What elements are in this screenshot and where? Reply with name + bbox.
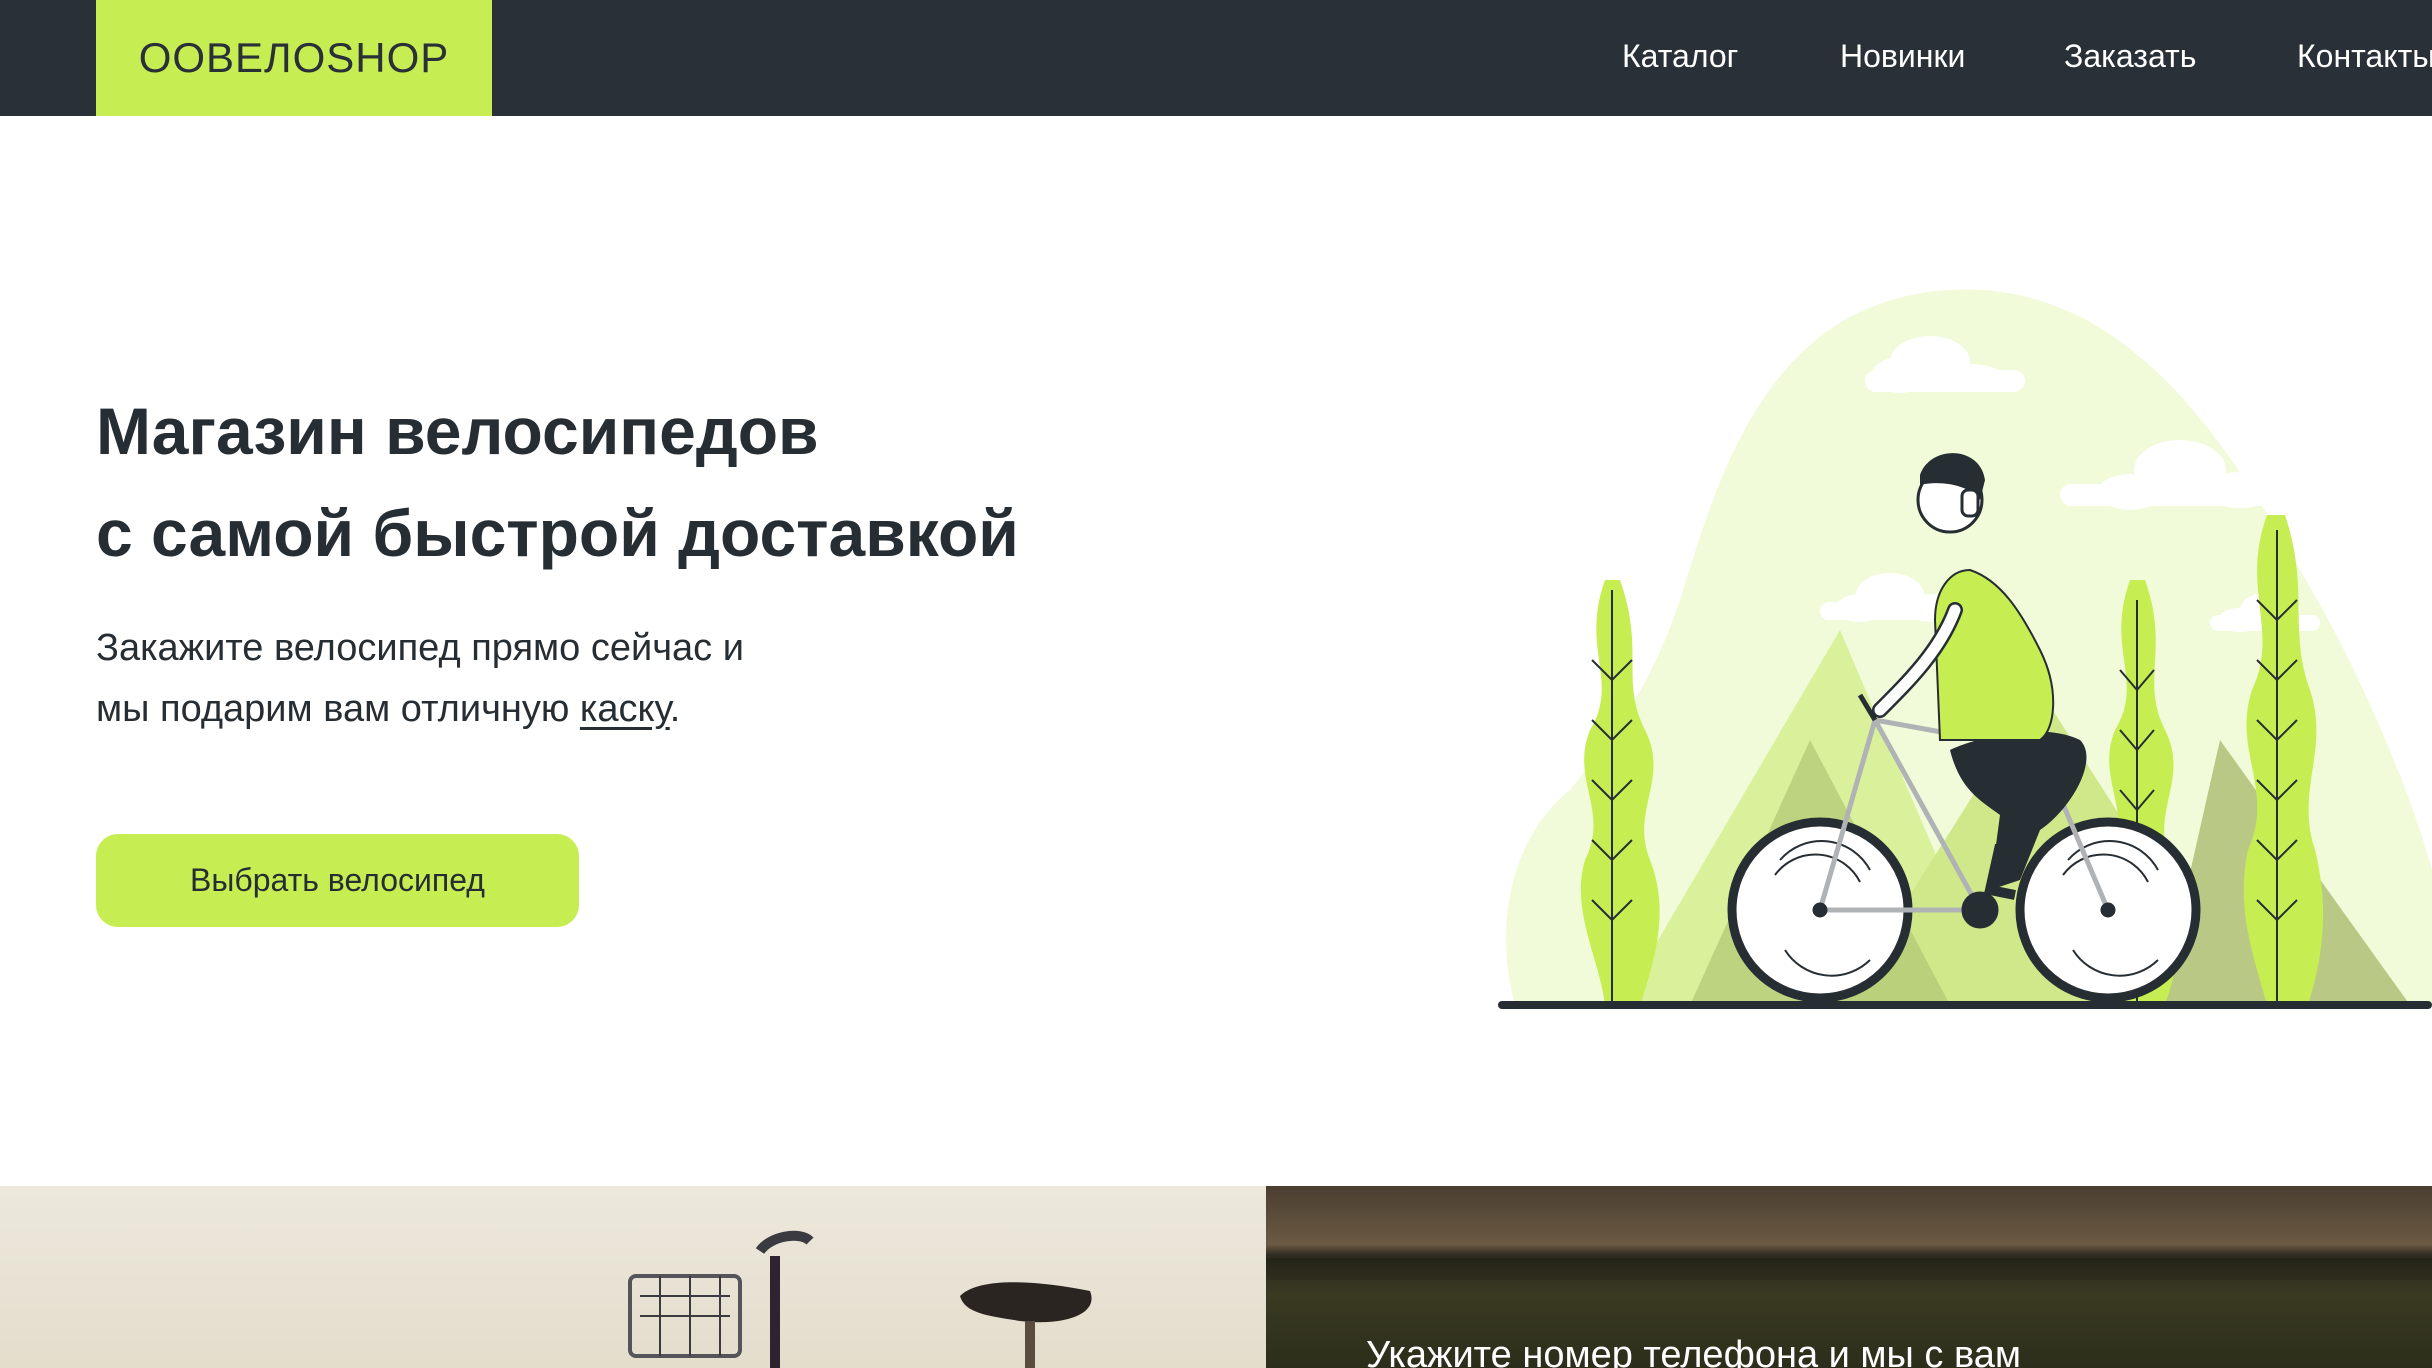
- hero-subtitle-line-1: Закажите велосипед прямо сейчас и: [96, 627, 744, 669]
- hero-title: Магазин велосипедов с самой быстрой дост…: [96, 380, 1246, 584]
- hero-subtitle-line-2: мы подарим вам отличную каску.: [96, 679, 896, 740]
- logo[interactable]: OOBEЛOSHOP: [96, 0, 492, 116]
- hero-subtitle-line-2-text: мы подарим вам отличную: [96, 688, 580, 730]
- nav-item-catalog[interactable]: Каталог: [1622, 34, 1738, 78]
- nav-item-order[interactable]: Заказать: [2064, 34, 2196, 78]
- tree-icon: [1580, 580, 1660, 1005]
- helmet-link[interactable]: каску: [580, 688, 670, 730]
- ground-line: [1498, 1001, 2432, 1009]
- hero-title-line-2: с самой быстрой доставкой: [96, 496, 1019, 570]
- hero-subtitle: Закажите велосипед прямо сейчас и мы под…: [96, 618, 896, 740]
- cyclist-illustration: [1498, 289, 2432, 1009]
- choose-bike-button[interactable]: Выбрать велосипед: [96, 834, 579, 927]
- hero-subtitle-period: .: [669, 688, 681, 730]
- hero-title-line-1: Магазин велосипедов: [96, 394, 819, 468]
- nav-item-contacts[interactable]: Контакты: [2297, 34, 2432, 78]
- bike-photo: [0, 1186, 1266, 1368]
- phone-callout-text: Укажите номер телефона и мы с вам: [1366, 1334, 2021, 1368]
- bicycle-photo-drawing: [628, 1230, 1092, 1368]
- horizon: [1266, 1258, 2432, 1280]
- nav-item-new[interactable]: Новинки: [1840, 34, 1965, 78]
- site-header: OOBEЛOSHOP Каталог Новинки Заказать Конт…: [0, 0, 2432, 116]
